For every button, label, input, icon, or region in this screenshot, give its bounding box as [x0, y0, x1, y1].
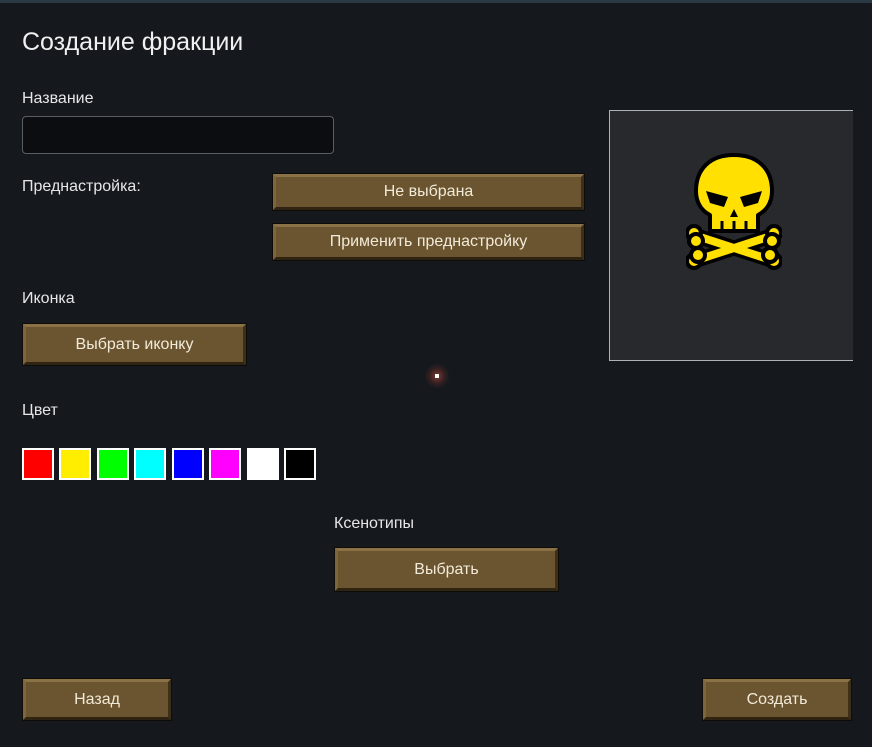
skull-crossbones-icon — [686, 153, 782, 270]
icon-label: Иконка — [22, 290, 75, 307]
faction-icon-preview — [609, 110, 853, 361]
dialog-title: Создание фракции — [22, 28, 244, 56]
color-swatch-blue[interactable] — [172, 448, 204, 480]
create-button[interactable]: Создать — [702, 678, 852, 721]
xenotypes-label: Ксенотипы — [334, 515, 415, 532]
name-label: Название — [22, 90, 94, 107]
mouse-cursor — [425, 364, 449, 388]
choose-xenotypes-button[interactable]: Выбрать — [334, 547, 559, 592]
color-swatch-black[interactable] — [284, 448, 316, 480]
preset-select-button[interactable]: Не выбрана — [272, 173, 585, 211]
color-label: Цвет — [22, 402, 58, 419]
color-swatch-yellow[interactable] — [59, 448, 91, 480]
color-swatch-cyan[interactable] — [134, 448, 166, 480]
apply-preset-button[interactable]: Применить преднастройку — [272, 223, 585, 261]
color-swatch-green[interactable] — [97, 448, 129, 480]
color-swatch-red[interactable] — [22, 448, 54, 480]
faction-name-input[interactable] — [22, 116, 334, 154]
choose-icon-button[interactable]: Выбрать иконку — [22, 323, 247, 366]
window-top-strip — [0, 0, 872, 3]
color-swatch-white[interactable] — [247, 448, 279, 480]
preset-label: Преднастройка: — [22, 178, 141, 195]
back-button[interactable]: Назад — [22, 678, 172, 721]
color-swatch-magenta[interactable] — [209, 448, 241, 480]
